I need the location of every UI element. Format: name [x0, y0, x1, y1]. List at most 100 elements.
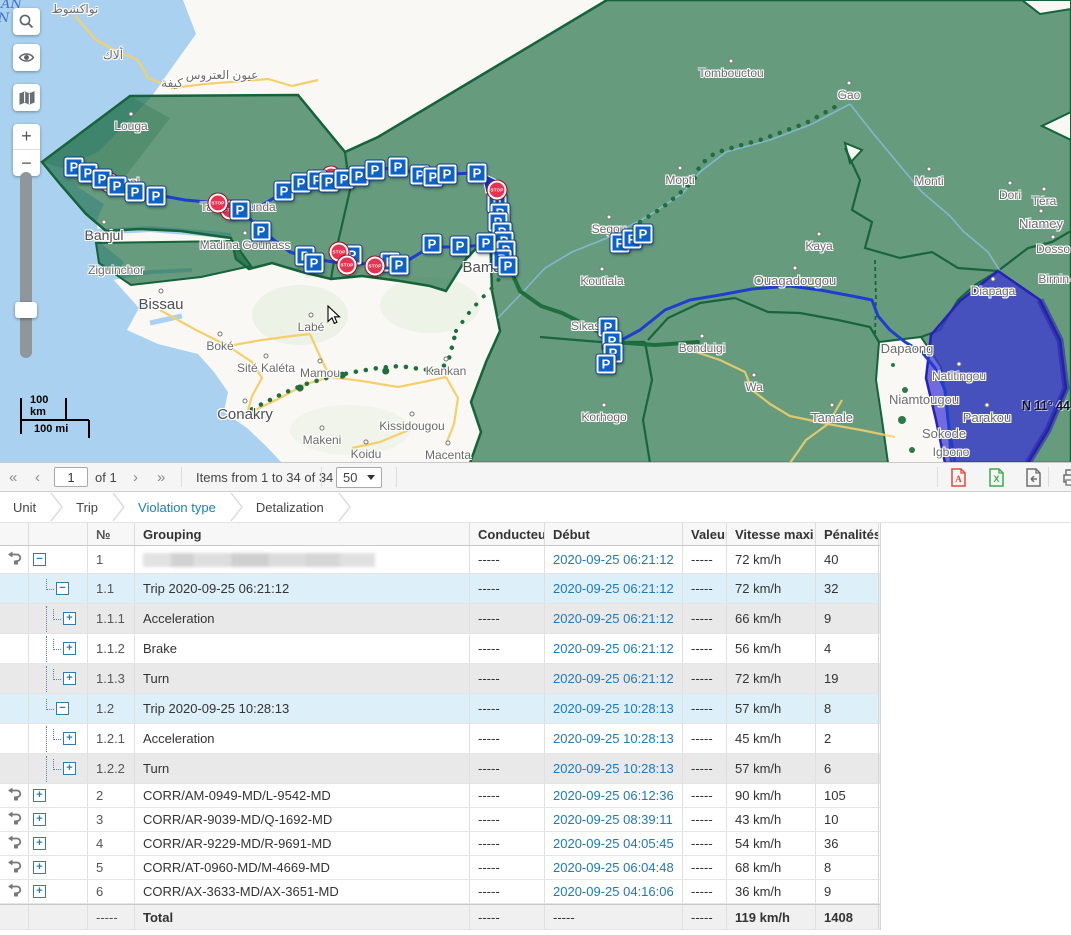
table-row[interactable]: -----Total---------------119 km/h1408	[0, 904, 880, 930]
parking-marker-icon[interactable]: P	[147, 187, 166, 206]
last-page-button[interactable]: »	[157, 463, 165, 491]
table-row[interactable]: +1.2.1Acceleration-----2020-09-25 10:28:…	[0, 724, 880, 754]
parking-marker-icon[interactable]: P	[499, 257, 518, 276]
parking-marker-icon[interactable]: P	[231, 201, 250, 220]
date-link[interactable]: 2020-09-25 06:21:12	[553, 641, 674, 656]
eye-icon	[18, 49, 35, 66]
table-row[interactable]: −1.2Trip 2020-09-25 10:28:13-----2020-09…	[0, 694, 880, 724]
expand-toggle[interactable]: +	[63, 612, 76, 625]
date-link[interactable]: 2020-09-25 06:21:12	[553, 552, 674, 567]
parking-marker-icon[interactable]: P	[634, 225, 653, 244]
expand-toggle[interactable]: −	[56, 582, 69, 595]
tree-line-icon	[46, 726, 47, 752]
table-row[interactable]: +2CORR/AM-0949-MD/L-9542-MD-----2020-09-…	[0, 784, 880, 808]
page-number-input[interactable]	[54, 467, 88, 487]
breadcrumb-item-trip[interactable]: Trip	[72, 500, 102, 515]
row-grouping-cell: Total	[135, 905, 470, 929]
route-on-map-button[interactable]	[6, 810, 22, 829]
date-link[interactable]: 2020-09-25 06:21:12	[553, 611, 674, 626]
expand-toggle[interactable]: +	[63, 642, 76, 655]
breadcrumb-item-unit[interactable]: Unit	[9, 500, 40, 515]
date-link[interactable]: 2020-09-25 06:12:36	[553, 788, 674, 803]
breadcrumb-item-detalization[interactable]: Detalization	[252, 500, 328, 515]
expand-toggle[interactable]: +	[33, 885, 46, 898]
table-row[interactable]: +3CORR/AR-9039-MD/Q-1692-MD-----2020-09-…	[0, 808, 880, 832]
date-link[interactable]: 2020-09-25 08:39:11	[553, 812, 673, 827]
date-link[interactable]: 2020-09-25 10:28:13	[553, 761, 674, 776]
date-link[interactable]: 2020-09-25 04:16:06	[553, 884, 674, 899]
first-page-button[interactable]: «	[9, 463, 17, 491]
parking-marker-icon[interactable]: P	[451, 237, 470, 256]
parking-marker-icon[interactable]: P	[366, 161, 385, 180]
table-row[interactable]: +1.1.3Turn-----2020-09-25 06:21:12-----7…	[0, 664, 880, 694]
page-size-select[interactable]: 50	[336, 467, 382, 488]
table-row[interactable]: +1.1.1Acceleration-----2020-09-25 06:21:…	[0, 604, 880, 634]
expand-toggle[interactable]: −	[33, 553, 46, 566]
map-canvas[interactable]: AN N نواكشوطألاككيفةعيون العتروسTombouct…	[0, 0, 1071, 463]
parking-marker-icon[interactable]: P	[438, 165, 457, 184]
table-row[interactable]: +4CORR/AR-9229-MD/R-9691-MD-----2020-09-…	[0, 832, 880, 856]
parking-marker-icon[interactable]: P	[389, 158, 408, 177]
parking-marker-icon[interactable]: P	[423, 235, 442, 254]
date-link[interactable]: 2020-09-25 10:28:13	[553, 701, 674, 716]
table-row[interactable]: +6CORR/AX-3633-MD/AX-3651-MD-----2020-09…	[0, 880, 880, 904]
parking-marker-icon[interactable]: P	[390, 256, 409, 275]
row-driver-cell: -----	[470, 664, 545, 693]
route-on-map-button[interactable]	[6, 786, 22, 805]
expand-toggle[interactable]: +	[33, 813, 46, 826]
table-row[interactable]: +5CORR/AT-0960-MD/M-4669-MD-----2020-09-…	[0, 856, 880, 880]
date-link[interactable]: 2020-09-25 06:04:48	[553, 860, 674, 875]
next-page-button[interactable]: ›	[133, 463, 138, 491]
row-begin-cell: 2020-09-25 10:28:13	[545, 724, 683, 753]
route-on-map-button[interactable]	[6, 858, 22, 877]
parking-marker-icon[interactable]: P	[252, 222, 271, 241]
search-button[interactable]	[13, 8, 40, 35]
parking-marker-icon[interactable]: P	[477, 234, 496, 253]
table-row[interactable]: +1.2.2Turn-----2020-09-25 10:28:13-----5…	[0, 754, 880, 784]
parking-marker-icon[interactable]: P	[468, 164, 487, 183]
date-link[interactable]: 2020-09-25 04:05:45	[553, 836, 674, 851]
stop-marker-icon[interactable]: STOP	[488, 181, 507, 200]
prev-page-button[interactable]: ‹	[35, 463, 40, 491]
table-row[interactable]: −1.1Trip 2020-09-25 06:21:12-----2020-09…	[0, 574, 880, 604]
row-driver-cell: -----	[470, 724, 545, 753]
visibility-button[interactable]	[13, 44, 40, 71]
zoom-slider[interactable]	[20, 172, 32, 358]
export-file-button[interactable]	[1023, 467, 1044, 488]
row-driver-cell: -----	[470, 856, 545, 879]
stop-marker-icon[interactable]: STOP	[338, 256, 357, 275]
expand-toggle[interactable]: +	[33, 861, 46, 874]
route-on-map-button[interactable]	[6, 550, 22, 569]
route-on-map-icon	[6, 810, 22, 826]
expand-toggle[interactable]: +	[63, 732, 76, 745]
print-button[interactable]	[1059, 467, 1071, 488]
stop-marker-icon[interactable]: STOP	[366, 257, 385, 276]
zoom-in-button[interactable]: +	[13, 124, 40, 150]
excel-export-button[interactable]: X	[986, 467, 1007, 488]
expand-toggle[interactable]: +	[33, 789, 46, 802]
row-penalties-cell: 32	[816, 574, 879, 603]
map-layers-button[interactable]	[13, 84, 40, 111]
expand-toggle[interactable]: +	[63, 672, 76, 685]
table-row[interactable]: −1-----2020-09-25 06:21:12-----72 km/h40	[0, 546, 880, 574]
route-on-map-button[interactable]	[6, 882, 22, 901]
stop-marker-icon[interactable]: STOP	[209, 194, 228, 213]
expand-toggle[interactable]: +	[63, 762, 76, 775]
route-on-map-button[interactable]	[6, 834, 22, 853]
parking-marker-icon[interactable]: P	[597, 355, 616, 374]
parking-marker-icon[interactable]: P	[305, 254, 324, 273]
zoom-slider-handle[interactable]	[15, 302, 37, 318]
date-link[interactable]: 2020-09-25 06:21:12	[553, 671, 674, 686]
row-value-cell: -----	[683, 905, 727, 929]
date-link[interactable]: 2020-09-25 10:28:13	[553, 731, 674, 746]
breadcrumb-item-violation-type[interactable]: Violation type	[134, 500, 220, 515]
pdf-export-button[interactable]: A	[948, 467, 969, 488]
date-link[interactable]: 2020-09-25 06:21:12	[553, 581, 674, 596]
expand-toggle[interactable]: +	[33, 837, 46, 850]
parking-marker-icon[interactable]: P	[126, 183, 145, 202]
expand-toggle[interactable]: −	[56, 702, 69, 715]
row-map-cell	[0, 905, 29, 929]
table-row[interactable]: +1.1.2Brake-----2020-09-25 06:21:12-----…	[0, 634, 880, 664]
parking-marker-icon[interactable]: P	[108, 177, 127, 196]
tree-elbow-icon	[53, 639, 61, 650]
